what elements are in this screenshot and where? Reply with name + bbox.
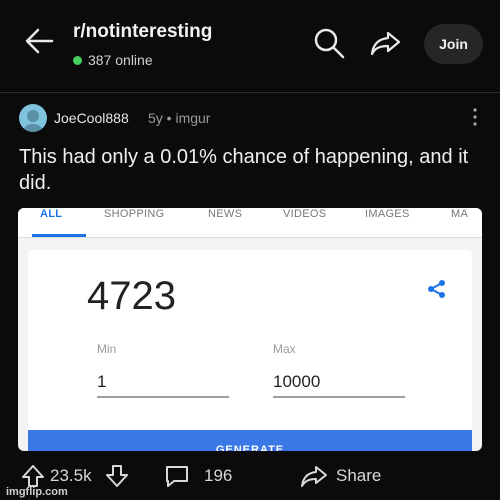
share-arrow-icon: [301, 466, 327, 487]
subreddit-name[interactable]: r/notinteresting: [73, 21, 212, 43]
share-label: Share: [336, 466, 382, 485]
downvote-icon: [106, 465, 128, 487]
max-underline: [273, 396, 405, 398]
tab-maps: MA: [451, 208, 469, 220]
action-bar: 23.5k 196 Share: [0, 458, 500, 500]
back-arrow-icon[interactable]: [22, 24, 56, 58]
online-count-label: 387 online: [88, 52, 153, 68]
top-bar: r/notinteresting 387 online Join: [0, 0, 500, 90]
share-nodes-icon: [426, 278, 448, 300]
online-dot-icon: [73, 55, 82, 65]
post-author[interactable]: JoeCool888: [54, 110, 129, 126]
max-value: 10000: [273, 372, 321, 391]
tab-news: NEWS: [208, 208, 243, 220]
header-divider: [0, 92, 500, 93]
more-options-icon[interactable]: [468, 106, 482, 128]
search-icon[interactable]: [312, 26, 346, 60]
max-label: Max: [273, 342, 296, 356]
online-count: 387 online: [73, 52, 153, 68]
generate-button: GENERATE: [28, 430, 472, 451]
join-button[interactable]: Join: [424, 24, 483, 64]
post-meta: 5y • imgur: [148, 110, 211, 126]
share-icon[interactable]: [370, 28, 402, 58]
comment-count: 196: [204, 466, 233, 485]
avatar[interactable]: [19, 104, 47, 132]
search-tabs: ALL SHOPPING NEWS VIDEOS IMAGES MA: [18, 208, 482, 238]
tab-shopping: SHOPPING: [104, 208, 165, 220]
min-value: 1: [97, 372, 107, 391]
tab-all: ALL: [40, 208, 63, 220]
min-label: Min: [97, 342, 117, 356]
comments-button[interactable]: 196: [164, 462, 232, 490]
watermark: imgflip.com: [6, 486, 68, 498]
post-title[interactable]: This had only a 0.01% chance of happenin…: [19, 144, 479, 196]
tab-images: IMAGES: [365, 208, 410, 220]
downvote-button[interactable]: [104, 462, 130, 490]
post-image[interactable]: ALL SHOPPING NEWS VIDEOS IMAGES MA 4723 …: [18, 208, 482, 451]
tab-videos: VIDEOS: [283, 208, 327, 220]
min-underline: [97, 396, 229, 398]
generated-number: 4723: [87, 274, 176, 318]
share-button[interactable]: Share: [300, 462, 381, 490]
comment-icon: [166, 466, 188, 487]
active-tab-indicator: [32, 234, 86, 237]
